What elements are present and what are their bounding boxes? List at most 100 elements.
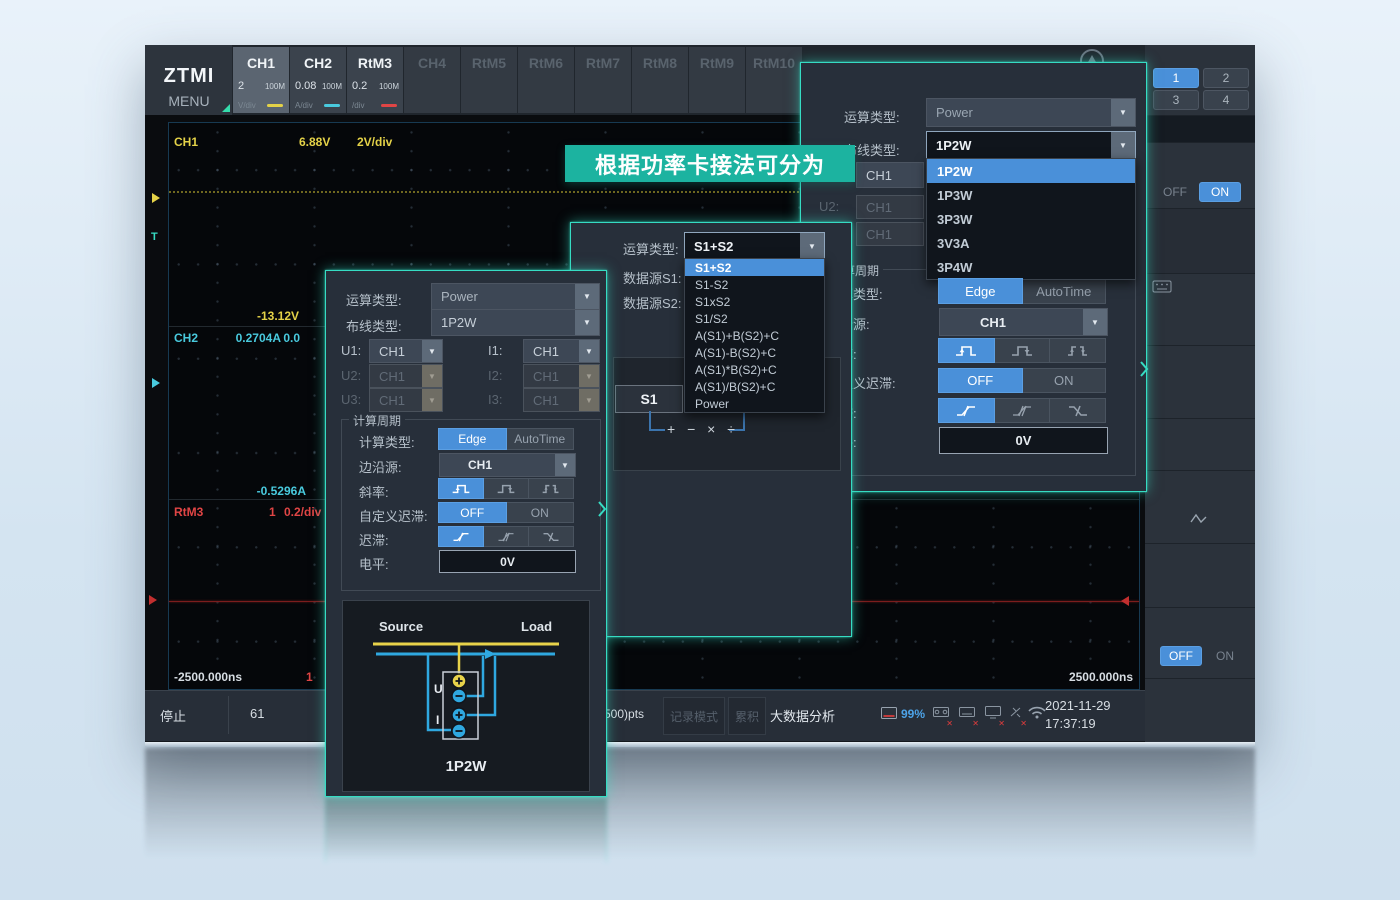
channel-tab-rtm3[interactable]: RtM3 0.2 100M /div (347, 47, 403, 113)
edge-source-select[interactable]: CH1 ▼ (439, 453, 576, 477)
level-input[interactable]: 0V (939, 427, 1108, 454)
calc-type-select[interactable]: S1+S2 ▼ (684, 232, 825, 260)
realtime-on[interactable]: ON (1199, 182, 1241, 202)
i3-select[interactable]: CH1 ▼ (523, 388, 600, 412)
custom-hysteresis-off[interactable]: OFF (938, 368, 1023, 393)
sidebar-item-interpolation[interactable] (1145, 470, 1255, 544)
calc-type-select[interactable]: Power ▼ (431, 283, 600, 310)
trigger-marker[interactable]: T (151, 231, 158, 243)
ch2-position-marker[interactable] (152, 378, 160, 388)
hysteresis-mid-icon[interactable] (994, 398, 1051, 423)
hysteresis-mid-icon[interactable] (483, 526, 529, 547)
hysteresis-high-icon[interactable] (1049, 398, 1106, 423)
slope-both-icon[interactable] (1049, 338, 1106, 363)
slope-rise-icon[interactable] (438, 478, 484, 499)
slope-fall-icon[interactable] (483, 478, 529, 499)
u2-select[interactable]: CH1 ▼ (369, 364, 443, 388)
hysteresis-high-icon[interactable] (528, 526, 574, 547)
run-state[interactable]: 停止 (160, 706, 186, 725)
manual-event-off[interactable]: OFF (1160, 646, 1202, 666)
group-button-3[interactable]: 3 (1153, 90, 1199, 110)
dropdown-option[interactable]: A(S1)/B(S2)+C (685, 378, 824, 395)
u1-select[interactable]: CH1 ▼ (369, 339, 443, 363)
calc-period-type-segment[interactable]: Edge AutoTime (439, 428, 574, 450)
channel-tab-ch4[interactable]: CH4 (404, 47, 460, 113)
hysteresis-segment[interactable] (439, 526, 574, 547)
panel-expand-chevron[interactable] (596, 500, 608, 523)
sidebar-item-best-div[interactable] (1145, 418, 1255, 471)
custom-hysteresis-on[interactable]: ON (1022, 368, 1107, 393)
dropdown-option[interactable]: S1/S2 (685, 310, 824, 327)
realtime-off[interactable]: OFF (1163, 185, 1187, 199)
menu-label[interactable]: MENU (157, 93, 221, 109)
channel-tab-ch2[interactable]: CH2 0.08 100M A/div (290, 47, 346, 113)
slope-fall-icon[interactable] (994, 338, 1051, 363)
sidebar-item-next-page[interactable] (1145, 678, 1255, 746)
dropdown-option[interactable]: 1P2W (927, 159, 1135, 183)
annotation-banner: 根据功率卡接法可分为 (565, 145, 855, 182)
sidebar-item-manual-event[interactable] (1145, 607, 1255, 679)
dropdown-option[interactable]: S1-S2 (685, 276, 824, 293)
dropdown-option[interactable]: S1+S2 (685, 259, 824, 276)
autotime-option[interactable]: AutoTime (1022, 278, 1107, 304)
storage-icon: ✕ (932, 705, 950, 725)
custom-hysteresis-segment[interactable]: OFF ON (939, 368, 1106, 393)
hysteresis-low-icon[interactable] (938, 398, 995, 423)
custom-hysteresis-segment[interactable]: OFF ON (439, 502, 574, 523)
record-mode-cell[interactable]: 记录模式 (663, 697, 725, 735)
sidebar-item-layout-mode[interactable] (1145, 543, 1255, 608)
slope-rise-icon[interactable] (938, 338, 995, 363)
i1-select[interactable]: CH1 ▼ (523, 339, 600, 363)
ch1-position-marker[interactable] (152, 193, 160, 203)
group-button-4[interactable]: 4 (1203, 90, 1249, 110)
panel-link-chevron[interactable] (1138, 360, 1150, 383)
channel-tab-rtm9[interactable]: RtM9 (689, 47, 745, 113)
slope-both-icon[interactable] (528, 478, 574, 499)
brand-logo-block[interactable]: ZTMI MENU (145, 45, 232, 115)
accumulate-cell[interactable]: 累积 (728, 697, 766, 735)
level-input[interactable]: 0V (439, 550, 576, 573)
dropdown-option[interactable]: 1P3W (927, 183, 1135, 207)
custom-hysteresis-off[interactable]: OFF (438, 502, 507, 523)
dropdown-option[interactable]: Power (685, 395, 824, 412)
dropdown-option[interactable]: A(S1)*B(S2)+C (685, 361, 824, 378)
edge-source-label: 边沿源: (359, 457, 402, 476)
hysteresis-low-icon[interactable] (438, 526, 484, 547)
rtm3-position-marker[interactable] (149, 595, 157, 605)
channel-tab-rtm8[interactable]: RtM8 (632, 47, 688, 113)
channel-tab-ch1[interactable]: CH1 2 100M V/div (233, 47, 289, 113)
custom-hysteresis-on[interactable]: ON (506, 502, 575, 523)
edge-option[interactable]: Edge (438, 428, 507, 450)
hysteresis-segment[interactable] (939, 398, 1106, 423)
u2-select[interactable]: CH1 (856, 195, 924, 219)
autotime-option[interactable]: AutoTime (506, 428, 575, 450)
channel-tab-rtm10[interactable]: RtM10 (746, 47, 802, 113)
edge-option[interactable]: Edge (938, 278, 1023, 304)
channel-tab-rtm5[interactable]: RtM5 (461, 47, 517, 113)
slope-segment[interactable] (939, 338, 1106, 363)
dropdown-option[interactable]: A(S1)+B(S2)+C (685, 327, 824, 344)
dropdown-option[interactable]: 3P3W (927, 207, 1135, 231)
dropdown-option[interactable]: A(S1)-B(S2)+C (685, 344, 824, 361)
channel-tab-rtm7[interactable]: RtM7 (575, 47, 631, 113)
calc-period-type-segment[interactable]: Edge AutoTime (939, 278, 1106, 304)
sidebar-item-calc-settings[interactable] (1145, 345, 1255, 419)
calc-type-select[interactable]: Power ▼ (926, 98, 1136, 127)
u3-select[interactable]: CH1 (856, 222, 924, 246)
dropdown-option[interactable]: 3P4W (927, 255, 1135, 279)
edge-source-select[interactable]: CH1 ▼ (939, 308, 1108, 336)
dropdown-option[interactable]: S1xS2 (685, 293, 824, 310)
i2-select[interactable]: CH1 ▼ (523, 364, 600, 388)
group-button-1[interactable]: 1 (1153, 68, 1199, 88)
wiring-type-select[interactable]: 1P2W ▼ (926, 131, 1136, 160)
u3-select[interactable]: CH1 ▼ (369, 388, 443, 412)
slope-segment[interactable] (439, 478, 574, 499)
manual-event-on[interactable]: ON (1216, 649, 1234, 663)
rtm3-index: 1 (269, 505, 276, 519)
group-button-2[interactable]: 2 (1203, 68, 1249, 88)
u1-select[interactable]: CH1 (856, 162, 924, 188)
wiring-type-select[interactable]: 1P2W ▼ (431, 309, 600, 336)
big-data-analysis[interactable]: 大数据分析 (770, 706, 835, 725)
channel-tab-rtm6[interactable]: RtM6 (518, 47, 574, 113)
dropdown-option[interactable]: 3V3A (927, 231, 1135, 255)
